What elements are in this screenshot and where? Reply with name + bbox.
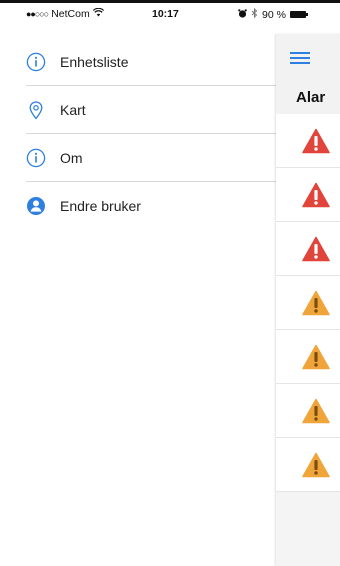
alarm-warning-icon [302, 398, 330, 424]
panel-header: Alar [276, 34, 340, 115]
alarm-row[interactable] [276, 438, 340, 492]
battery-percent: 90 % [262, 8, 286, 21]
map-pin-icon [26, 100, 46, 120]
menu-item-endre-bruker[interactable]: Endre bruker [26, 182, 276, 229]
panel-title: Alar [296, 89, 326, 106]
alarm-critical-icon [302, 182, 330, 208]
alarm-row[interactable] [276, 114, 340, 168]
menu-item-label: Kart [60, 101, 86, 118]
battery-icon [289, 11, 308, 18]
app-frame: ●●○○○ NetCom 10:17 90 % Enhetsliste Kart… [0, 0, 340, 566]
hamburger-icon[interactable] [290, 52, 310, 64]
wifi-icon [92, 7, 104, 20]
alarm-row[interactable] [276, 384, 340, 438]
alarm-row[interactable] [276, 222, 340, 276]
status-bar: ●●○○○ NetCom 10:17 90 % [0, 3, 340, 25]
menu-item-label: Endre bruker [60, 197, 141, 214]
info-icon [26, 52, 46, 72]
alarm-panel: Alar [276, 34, 340, 566]
signal-strength: ●●○○○ [26, 9, 49, 19]
alarm-clock-icon [238, 8, 247, 21]
alarm-list [276, 114, 340, 492]
alarm-critical-icon [302, 128, 330, 154]
alarm-warning-icon [302, 452, 330, 478]
alarm-critical-icon [302, 236, 330, 262]
menu-item-om[interactable]: Om [26, 134, 276, 182]
menu-item-enhetsliste[interactable]: Enhetsliste [26, 38, 276, 86]
menu-item-label: Om [60, 149, 83, 166]
alarm-warning-icon [302, 344, 330, 370]
bluetooth-icon [251, 7, 258, 21]
alarm-row[interactable] [276, 168, 340, 222]
clock: 10:17 [152, 8, 179, 20]
menu-item-label: Enhetsliste [60, 53, 129, 70]
menu-item-kart[interactable]: Kart [26, 86, 276, 134]
alarm-row[interactable] [276, 276, 340, 330]
alarm-warning-icon [302, 290, 330, 316]
user-icon [26, 196, 46, 216]
info-icon [26, 148, 46, 168]
side-menu: Enhetsliste Kart Om Endre bruker [26, 38, 276, 229]
alarm-row[interactable] [276, 330, 340, 384]
carrier-name: NetCom [51, 8, 90, 20]
